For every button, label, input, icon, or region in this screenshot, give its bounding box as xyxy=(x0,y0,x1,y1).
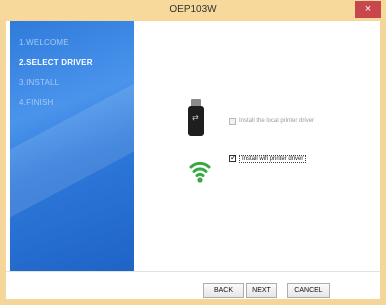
step-select-driver: 2.SELECT DRIVER xyxy=(19,58,93,67)
installer-window: OEP103W × 1.WELCOME 2.SELECT DRIVER 3.IN… xyxy=(0,0,386,305)
next-button[interactable]: NEXT xyxy=(246,283,277,298)
local-driver-checkbox[interactable] xyxy=(229,118,236,125)
close-button[interactable]: × xyxy=(355,1,381,18)
wifi-icon xyxy=(189,161,211,183)
cancel-button[interactable]: CANCEL xyxy=(287,283,330,298)
driver-selection-pane: ⇄ Install the local printer driver Insta… xyxy=(134,21,380,271)
steps-sidebar: 1.WELCOME 2.SELECT DRIVER 3.INSTALL 4.FI… xyxy=(10,21,134,271)
local-driver-label[interactable]: Install the local printer driver xyxy=(239,118,314,124)
footer-divider xyxy=(6,271,380,272)
wifi-driver-checkbox[interactable] xyxy=(229,153,237,162)
wifi-driver-label[interactable]: Install wifi printer driver xyxy=(239,155,307,163)
title-bar[interactable]: OEP103W × xyxy=(0,0,386,20)
step-finish: 4.FINISH xyxy=(19,98,54,107)
window-title: OEP103W xyxy=(169,4,217,15)
back-button[interactable]: BACK xyxy=(203,283,244,298)
usb-drive-icon: ⇄ xyxy=(188,99,204,137)
step-install: 3.INSTALL xyxy=(19,78,60,87)
step-welcome: 1.WELCOME xyxy=(19,38,69,47)
